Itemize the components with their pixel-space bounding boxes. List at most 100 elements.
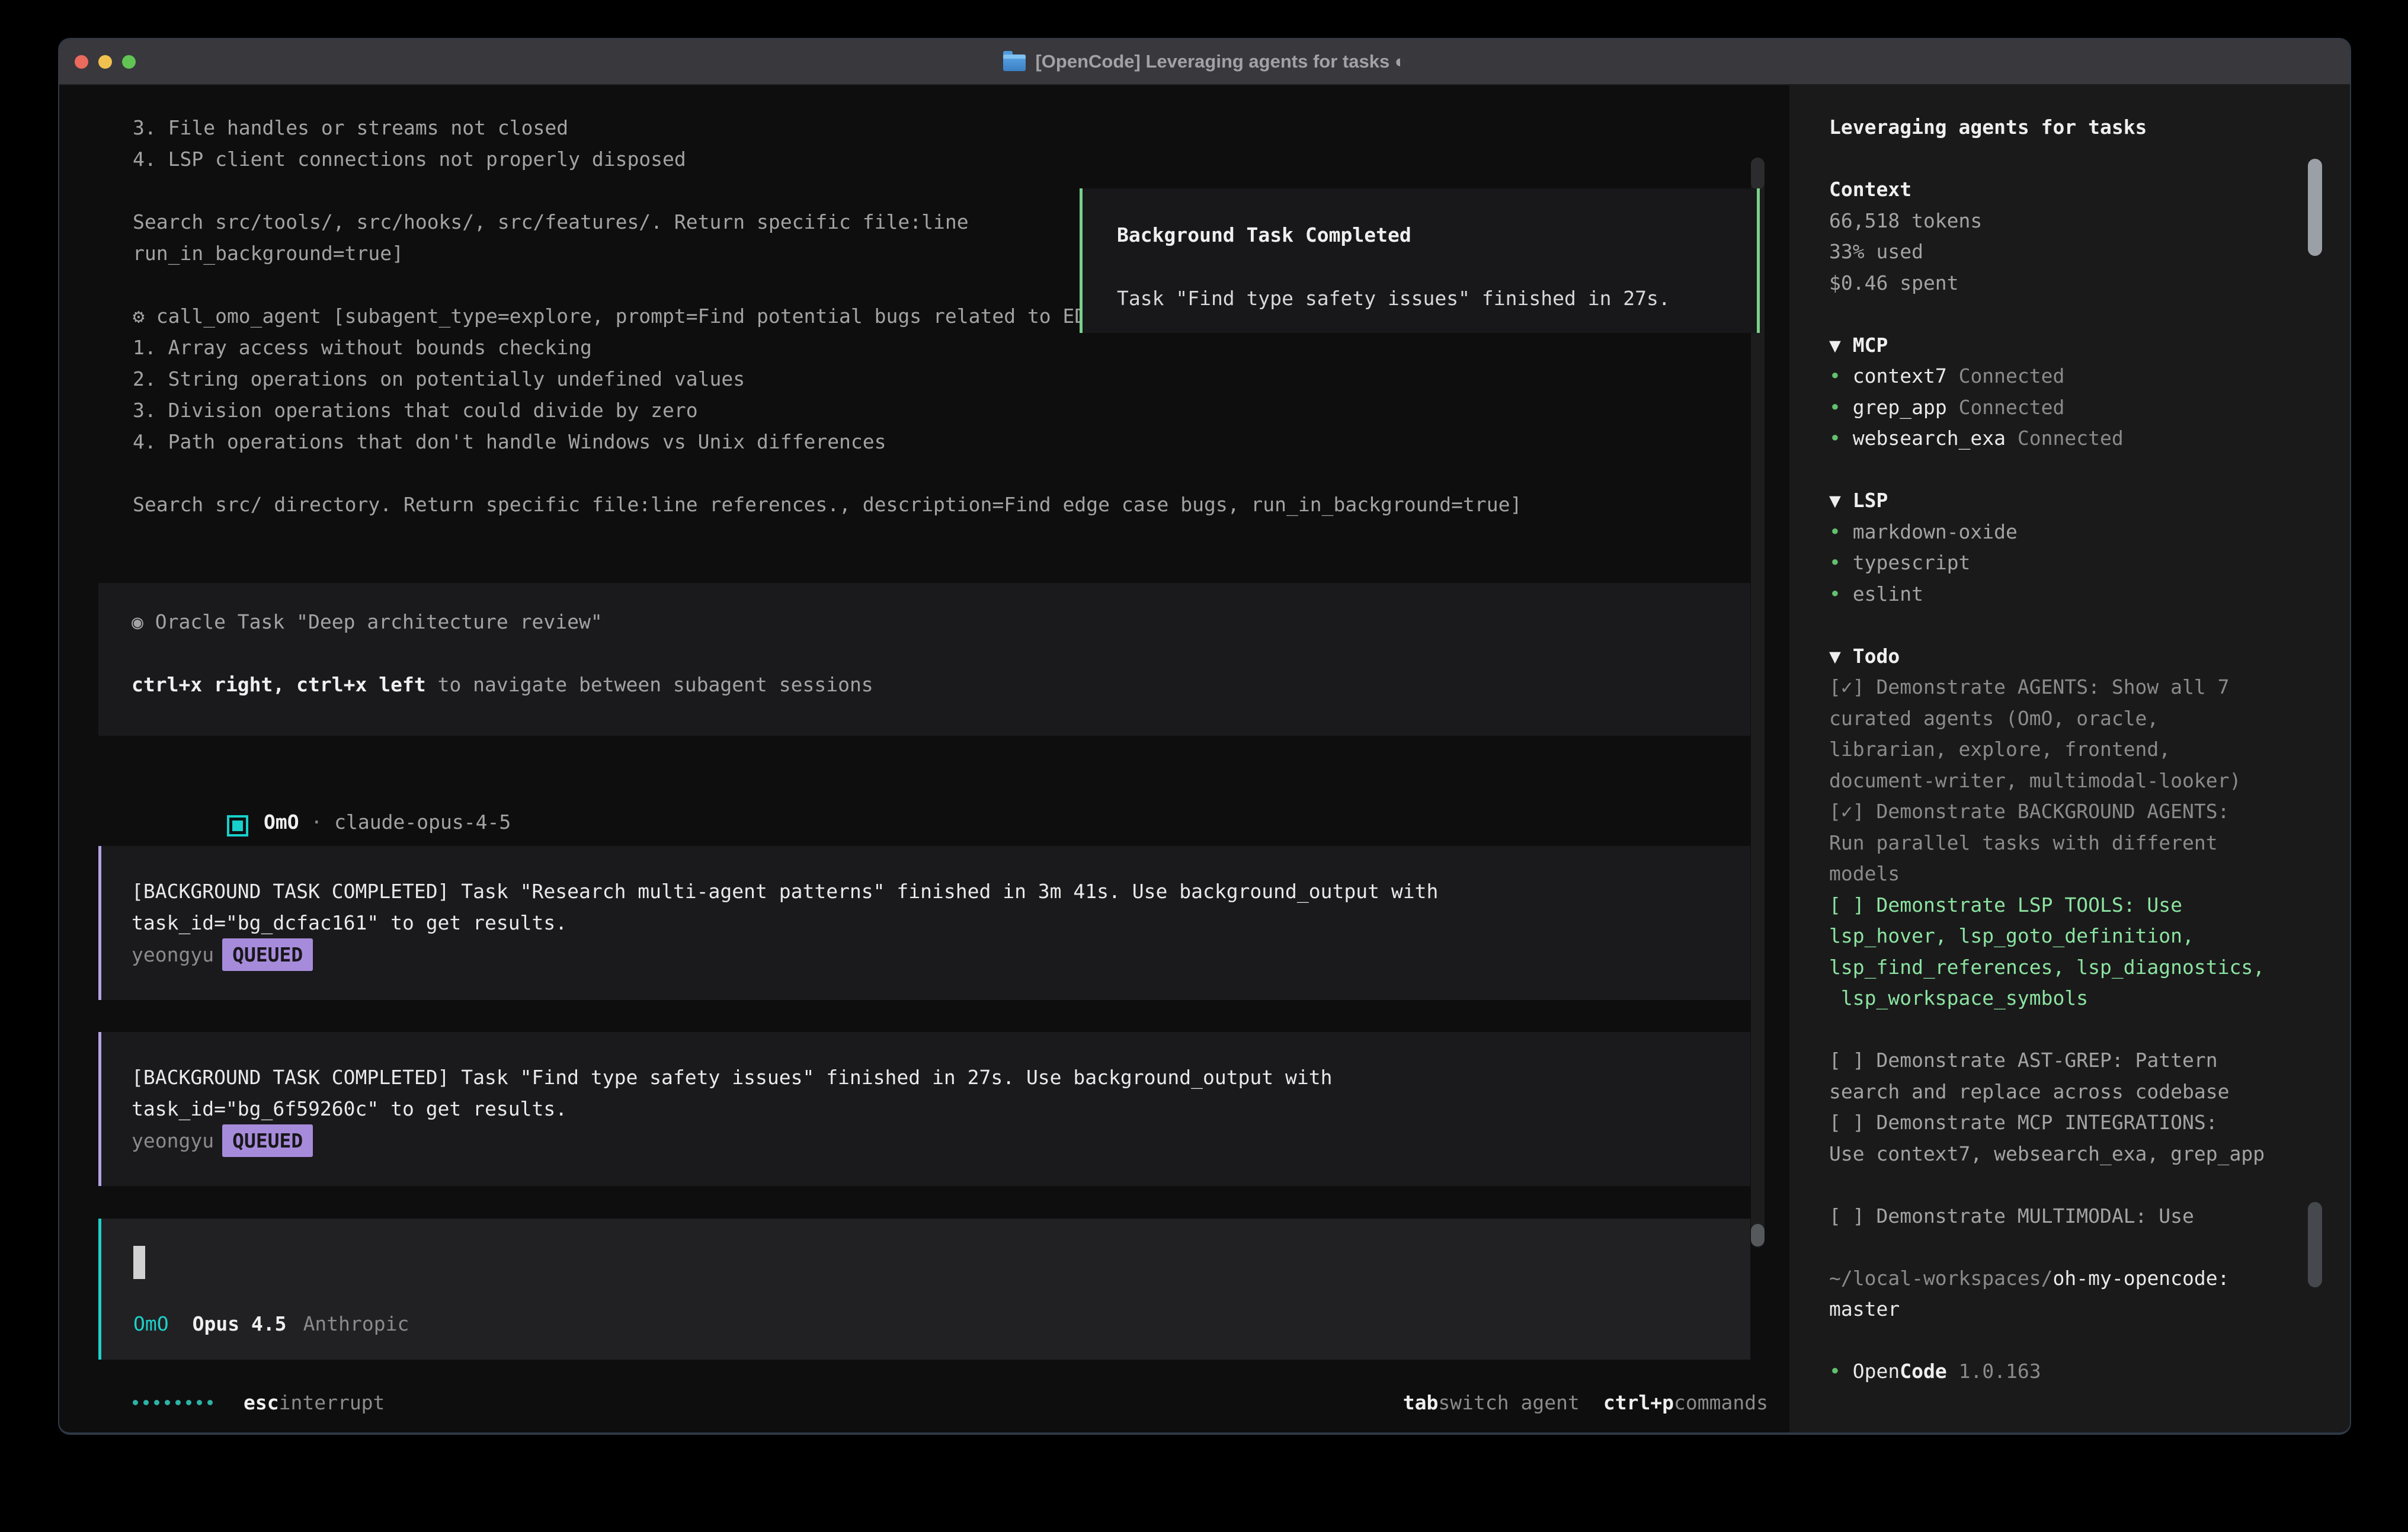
sidebar-line: • eslint	[1829, 579, 2350, 610]
status-badge: QUEUED	[222, 1124, 313, 1157]
sidebar-line: $0.46 spent	[1829, 268, 2350, 299]
oracle-task-box: ◉ Oracle Task "Deep architecture review"…	[98, 583, 1750, 736]
sidebar-line: ~/local-workspaces/oh-my-opencode:	[1829, 1263, 2350, 1294]
window-title: [OpenCode] Leveraging agents for tasks ◐	[1035, 51, 1405, 72]
message-text-line: task_id="bg_dcfac161" to get results.	[132, 907, 1750, 938]
transcript-line: Search src/ directory. Return specific f…	[133, 489, 1791, 520]
message-meta-row: yeongyu QUEUED	[132, 1124, 1750, 1156]
message-author: yeongyu	[132, 943, 214, 966]
activity-dots	[133, 1400, 213, 1405]
main-scrollbar-segment-top[interactable]	[1751, 158, 1765, 190]
sidebar-line[interactable]: ▼ MCP	[1829, 330, 2350, 361]
input-model-name: Opus 4.5	[193, 1308, 287, 1339]
transcript-lines: 3. File handles or streams not closed4. …	[133, 112, 1791, 583]
toast-title: Background Task Completed	[1117, 219, 1757, 251]
activity-dot	[143, 1400, 149, 1405]
sidebar-line: Leveraging agents for tasks	[1829, 112, 2350, 143]
transcript-line: 1. Array access without bounds checking	[133, 332, 1791, 363]
sidebar-line: librarian, explore, frontend,	[1829, 734, 2350, 765]
toast-body: Task "Find type safety issues" finished …	[1117, 283, 1757, 314]
sidebar-line	[1829, 143, 2350, 175]
sidebar-line	[1829, 454, 2350, 486]
sidebar-scrollbar-segment[interactable]	[2308, 1202, 2322, 1287]
tab-key-hint: tab	[1403, 1387, 1439, 1418]
prompt-input[interactable]: OmO Opus 4.5 Anthropic	[98, 1219, 1750, 1360]
commands-key-hint: ctrl+p	[1603, 1387, 1674, 1418]
main-scrollbar-thumb[interactable]	[1751, 1224, 1765, 1246]
background-task-message: [BACKGROUND TASK COMPLETED] Task "Find t…	[98, 1032, 1750, 1186]
sidebar-line: • grep_app Connected	[1829, 392, 2350, 424]
esc-key-hint: esc	[244, 1387, 279, 1418]
message-list: [BACKGROUND TASK COMPLETED] Task "Resear…	[133, 846, 1791, 1186]
sidebar-line: 66,518 tokens	[1829, 206, 2350, 237]
transcript-line: 3. Division operations that could divide…	[133, 395, 1791, 426]
activity-dot	[207, 1400, 213, 1405]
sidebar-line: [✓] Demonstrate AGENTS: Show all 7	[1829, 672, 2350, 703]
activity-dot	[175, 1400, 181, 1405]
sidebar-line: Context	[1829, 174, 2350, 206]
sidebar-line: [ ] Demonstrate MULTIMODAL: Use	[1829, 1201, 2350, 1232]
transcript-line: 4. LSP client connections not properly d…	[133, 143, 1791, 175]
sidebar-line	[1829, 610, 2350, 641]
agent-model: claude-opus-4-5	[334, 810, 511, 834]
sidebar-line[interactable]: ▼ LSP	[1829, 485, 2350, 517]
sidebar-scrollbar-thumb[interactable]	[2308, 159, 2322, 256]
sidebar-line: document-writer, multimodal-looker)	[1829, 765, 2350, 797]
sidebar-line: • typescript	[1829, 547, 2350, 579]
background-task-message: [BACKGROUND TASK COMPLETED] Task "Resear…	[98, 846, 1750, 1000]
message-author: yeongyu	[132, 1129, 214, 1152]
folder-icon	[1003, 55, 1026, 71]
message-text-line: [BACKGROUND TASK COMPLETED] Task "Find t…	[132, 1062, 1750, 1093]
sidebar-line[interactable]: ▼ Todo	[1829, 641, 2350, 672]
sidebar-line: Use context7, websearch_exa, grep_app	[1829, 1139, 2350, 1170]
sidebar-line: [ ] Demonstrate MCP INTEGRATIONS:	[1829, 1107, 2350, 1139]
session-sidebar: Leveraging agents for tasks Context66,51…	[1789, 85, 2350, 1432]
oracle-box-line	[132, 637, 1750, 669]
sidebar-line: Run parallel tasks with different	[1829, 828, 2350, 859]
activity-dot	[133, 1400, 138, 1405]
oracle-box-line: ctrl+x right, ctrl+x left to navigate be…	[132, 669, 1750, 700]
sidebar-line: • markdown-oxide	[1829, 517, 2350, 548]
status-bar: esc interrupt tab switch agent ctrl+p co…	[133, 1387, 1768, 1418]
sidebar-line: • websearch_exa Connected	[1829, 423, 2350, 454]
sidebar-line: 33% used	[1829, 236, 2350, 268]
sidebar-line: curated agents (OmO, oracle,	[1829, 703, 2350, 735]
message-text-line: task_id="bg_6f59260c" to get results.	[132, 1093, 1750, 1124]
sidebar-line: [✓] Demonstrate BACKGROUND AGENTS:	[1829, 796, 2350, 828]
sidebar-line	[1829, 1169, 2350, 1201]
sidebar-line: master	[1829, 1294, 2350, 1325]
message-text-line: [BACKGROUND TASK COMPLETED] Task "Resear…	[132, 876, 1750, 907]
sidebar-line: • context7 Connected	[1829, 361, 2350, 392]
transcript-line: 4. Path operations that don't handle Win…	[133, 426, 1791, 457]
background-task-toast: Background Task Completed Task "Find typ…	[1080, 188, 1760, 333]
input-status-row: OmO Opus 4.5 Anthropic	[133, 1308, 409, 1339]
message-meta-row: yeongyu QUEUED	[132, 938, 1750, 970]
sidebar-line	[1829, 1014, 2350, 1046]
input-provider-name: Anthropic	[303, 1308, 409, 1339]
transcript-line	[133, 552, 1791, 583]
oracle-box-line: ◉ Oracle Task "Deep architecture review"	[132, 606, 1750, 637]
sidebar-line: lsp_workspace_symbols	[1829, 983, 2350, 1014]
status-badge: QUEUED	[222, 938, 313, 971]
transcript-line: 3. File handles or streams not closed	[133, 112, 1791, 143]
sidebar-line: models	[1829, 858, 2350, 890]
activity-dot	[197, 1400, 202, 1405]
window-title-area: [OpenCode] Leveraging agents for tasks ◐	[59, 39, 2350, 84]
transcript-line	[133, 457, 1791, 489]
agent-header: OmO · claude-opus-4-5	[133, 775, 1791, 806]
input-agent-name: OmO	[133, 1308, 169, 1339]
title-bar[interactable]: [OpenCode] Leveraging agents for tasks ◐	[59, 39, 2350, 85]
sidebar-line	[1829, 299, 2350, 330]
sidebar-line: [ ] Demonstrate AST-GREP: Pattern	[1829, 1045, 2350, 1076]
agent-name: OmO	[264, 810, 299, 834]
activity-dot	[186, 1400, 191, 1405]
sidebar-line	[1829, 1232, 2350, 1263]
sidebar-line: lsp_find_references, lsp_diagnostics,	[1829, 952, 2350, 983]
sidebar-line: search and replace across codebase	[1829, 1076, 2350, 1108]
transcript-line	[133, 520, 1791, 552]
activity-dot	[165, 1400, 170, 1405]
terminal-window: [OpenCode] Leveraging agents for tasks ◐…	[58, 38, 2351, 1435]
transcript-line: 2. String operations on potentially unde…	[133, 363, 1791, 395]
omo-agent-icon	[227, 815, 248, 836]
sidebar-line: lsp_hover, lsp_goto_definition,	[1829, 921, 2350, 952]
